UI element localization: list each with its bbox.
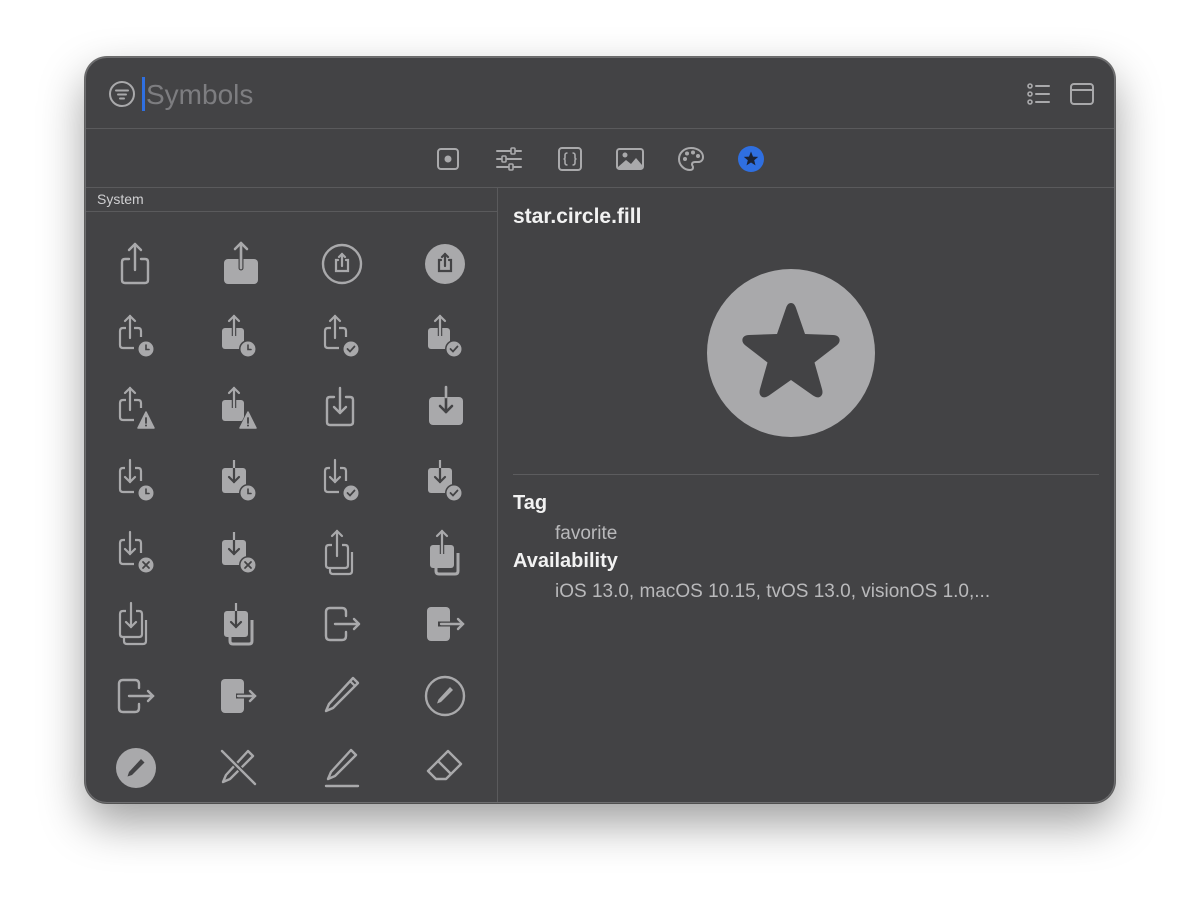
rectangle-portrait-and-arrow-right-fill-icon[interactable] — [414, 594, 474, 654]
square-and-arrow-down-badge-xmark-fill-icon[interactable] — [208, 522, 268, 582]
pencil-line-icon[interactable] — [311, 738, 371, 798]
pencil-icon[interactable] — [311, 666, 371, 726]
tag-value[interactable]: favorite — [555, 523, 617, 545]
titlebar — [86, 58, 1114, 129]
symbols-window: System — [85, 57, 1115, 803]
square-and-arrow-up-icon[interactable] — [106, 234, 166, 294]
square-and-arrow-down-badge-clock-icon[interactable] — [106, 450, 166, 510]
square-and-arrow-down-badge-clock-fill-icon[interactable] — [208, 450, 268, 510]
symbol-detail-pane: star.circle.fill Tag favorite Availabili… — [498, 188, 1114, 802]
list-bullet-icon[interactable] — [1026, 81, 1052, 107]
square-and-arrow-up-fill-trianglebadge-exclamationmark-icon[interactable] — [208, 378, 268, 438]
square-and-arrow-up-badge-checkmark-icon[interactable] — [311, 306, 371, 366]
star-circle-fill-icon[interactable] — [736, 144, 766, 174]
filter-icon[interactable] — [108, 80, 136, 108]
rectangle-portrait-and-arrow-right-icon[interactable] — [311, 594, 371, 654]
rectangle-portrait-and-arrow-forward-fill-icon[interactable] — [208, 666, 268, 726]
square-and-arrow-up-circle-fill-icon[interactable] — [414, 234, 474, 294]
window-icon[interactable] — [1069, 81, 1095, 107]
detail-divider — [513, 474, 1099, 475]
search-input[interactable] — [146, 75, 446, 115]
square-and-arrow-down-badge-xmark-icon[interactable] — [106, 522, 166, 582]
square-and-arrow-up-on-square-fill-icon[interactable] — [414, 522, 474, 582]
section-header: System — [86, 188, 497, 212]
square-and-arrow-down-badge-checkmark-fill-icon[interactable] — [414, 450, 474, 510]
pencil-circle-icon[interactable] — [414, 666, 474, 726]
star-circle-fill-icon — [706, 268, 876, 438]
text-caret — [142, 77, 145, 111]
photo-icon[interactable] — [615, 144, 645, 174]
availability-label: Availability — [513, 550, 618, 572]
inspector-toolbar — [86, 128, 1114, 188]
symbol-name: star.circle.fill — [513, 205, 642, 228]
paintpalette-icon[interactable] — [676, 144, 706, 174]
pencil-circle-fill-icon[interactable] — [106, 738, 166, 798]
square-and-arrow-down-badge-checkmark-icon[interactable] — [311, 450, 371, 510]
rectangle-portrait-and-arrow-forward-icon[interactable] — [106, 666, 166, 726]
square-and-arrow-down-on-square-fill-icon[interactable] — [208, 594, 268, 654]
symbol-sidebar[interactable]: System — [86, 188, 498, 802]
square-and-arrow-down-fill-icon[interactable] — [414, 378, 474, 438]
availability-value: iOS 13.0, macOS 10.15, tvOS 13.0, vision… — [555, 581, 991, 602]
pencil-slash-icon[interactable] — [208, 738, 268, 798]
square-and-arrow-up-trianglebadge-exclamationmark-icon[interactable] — [106, 378, 166, 438]
square-and-arrow-up-fill-icon[interactable] — [208, 234, 268, 294]
slider-horizontal-3-icon[interactable] — [494, 144, 524, 174]
square-and-arrow-up-badge-checkmark-fill-icon[interactable] — [414, 306, 474, 366]
square-and-arrow-up-badge-clock-icon[interactable] — [106, 306, 166, 366]
square-and-arrow-down-on-square-icon[interactable] — [106, 594, 166, 654]
tag-label: Tag — [513, 492, 548, 514]
square-and-arrow-up-badge-clock-fill-icon[interactable] — [208, 306, 268, 366]
square-and-arrow-up-on-square-icon[interactable] — [311, 522, 371, 582]
square-dot-icon[interactable] — [433, 144, 463, 174]
square-and-arrow-down-icon[interactable] — [311, 378, 371, 438]
square-and-arrow-up-circle-icon[interactable] — [311, 234, 371, 294]
curly-braces-square-icon[interactable] — [555, 144, 585, 174]
eraser-icon[interactable] — [414, 738, 474, 798]
